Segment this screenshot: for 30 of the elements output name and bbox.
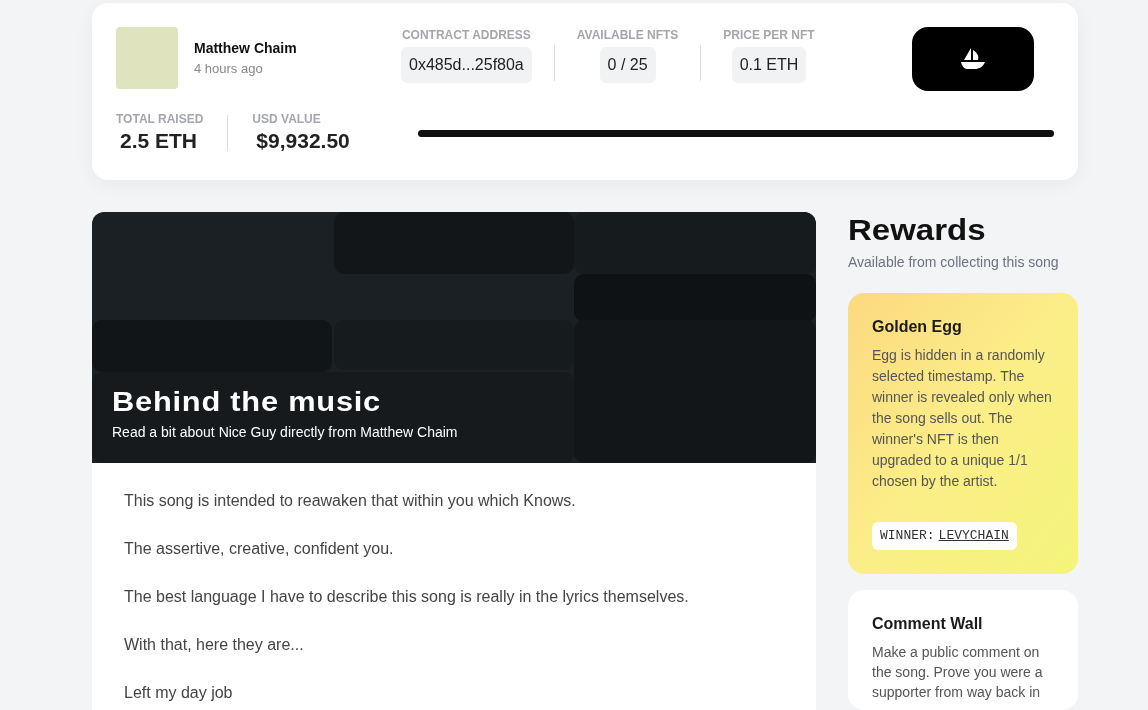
stat-label: AVAILABLE NFTS — [576, 27, 679, 43]
sailboat-icon — [959, 47, 987, 71]
total-label: TOTAL RAISED — [116, 111, 204, 127]
reward-description: Egg is hidden in a randomly selected timestamp. The winner is revealed only when the song sells out. The winner's NFT is then upgraded to a unique 1/1 chosen by the artist. — [872, 346, 1053, 491]
story-title: Behind the music — [112, 386, 383, 418]
opensea-button[interactable] — [912, 27, 1034, 91]
total-value: 2.5 ETH — [119, 128, 199, 154]
post-time: 4 hours ago — [194, 59, 264, 78]
story-paragraph: The best language I have to describe this song is really in the lyrics themselves. — [124, 587, 690, 607]
winner-link[interactable]: LEVYCHAIN — [938, 526, 1009, 546]
total-value: $9,932.50 — [255, 128, 351, 154]
reward-description: Make a public comment on the song. Prove you were a supporter from way back in — [872, 642, 1044, 702]
artwork-thumbnail — [116, 27, 178, 89]
stat-value: 0x485d...25f80a — [401, 47, 532, 83]
rewards-title: Rewards — [848, 212, 987, 248]
stat-label: PRICE PER NFT — [723, 27, 815, 43]
stat-value: 0 / 25 — [599, 47, 656, 83]
story-paragraph: The assertive, creative, confident you. — [124, 539, 395, 559]
story-paragraph: Left my day job — [124, 683, 234, 703]
story-paragraph: With that, here they are... — [124, 635, 305, 655]
winner-label: WINNER: — [880, 527, 935, 545]
artist-name: Matthew Chaim — [194, 38, 297, 58]
stat-label: CONTRACT ADDRESS — [401, 27, 531, 43]
stat-value: 0.1 ETH — [731, 47, 807, 83]
story-paragraph: This song is intended to reawaken that within you which Knows. — [124, 491, 577, 511]
story-subtitle: Read a bit about Nice Guy directly from Matthew Chaim — [112, 423, 459, 442]
total-label: USD VALUE — [252, 111, 322, 127]
reward-title: Golden Egg — [872, 317, 963, 337]
reward-title: Comment Wall — [872, 613, 984, 634]
rewards-subtitle: Available from collecting this song — [848, 253, 1060, 272]
